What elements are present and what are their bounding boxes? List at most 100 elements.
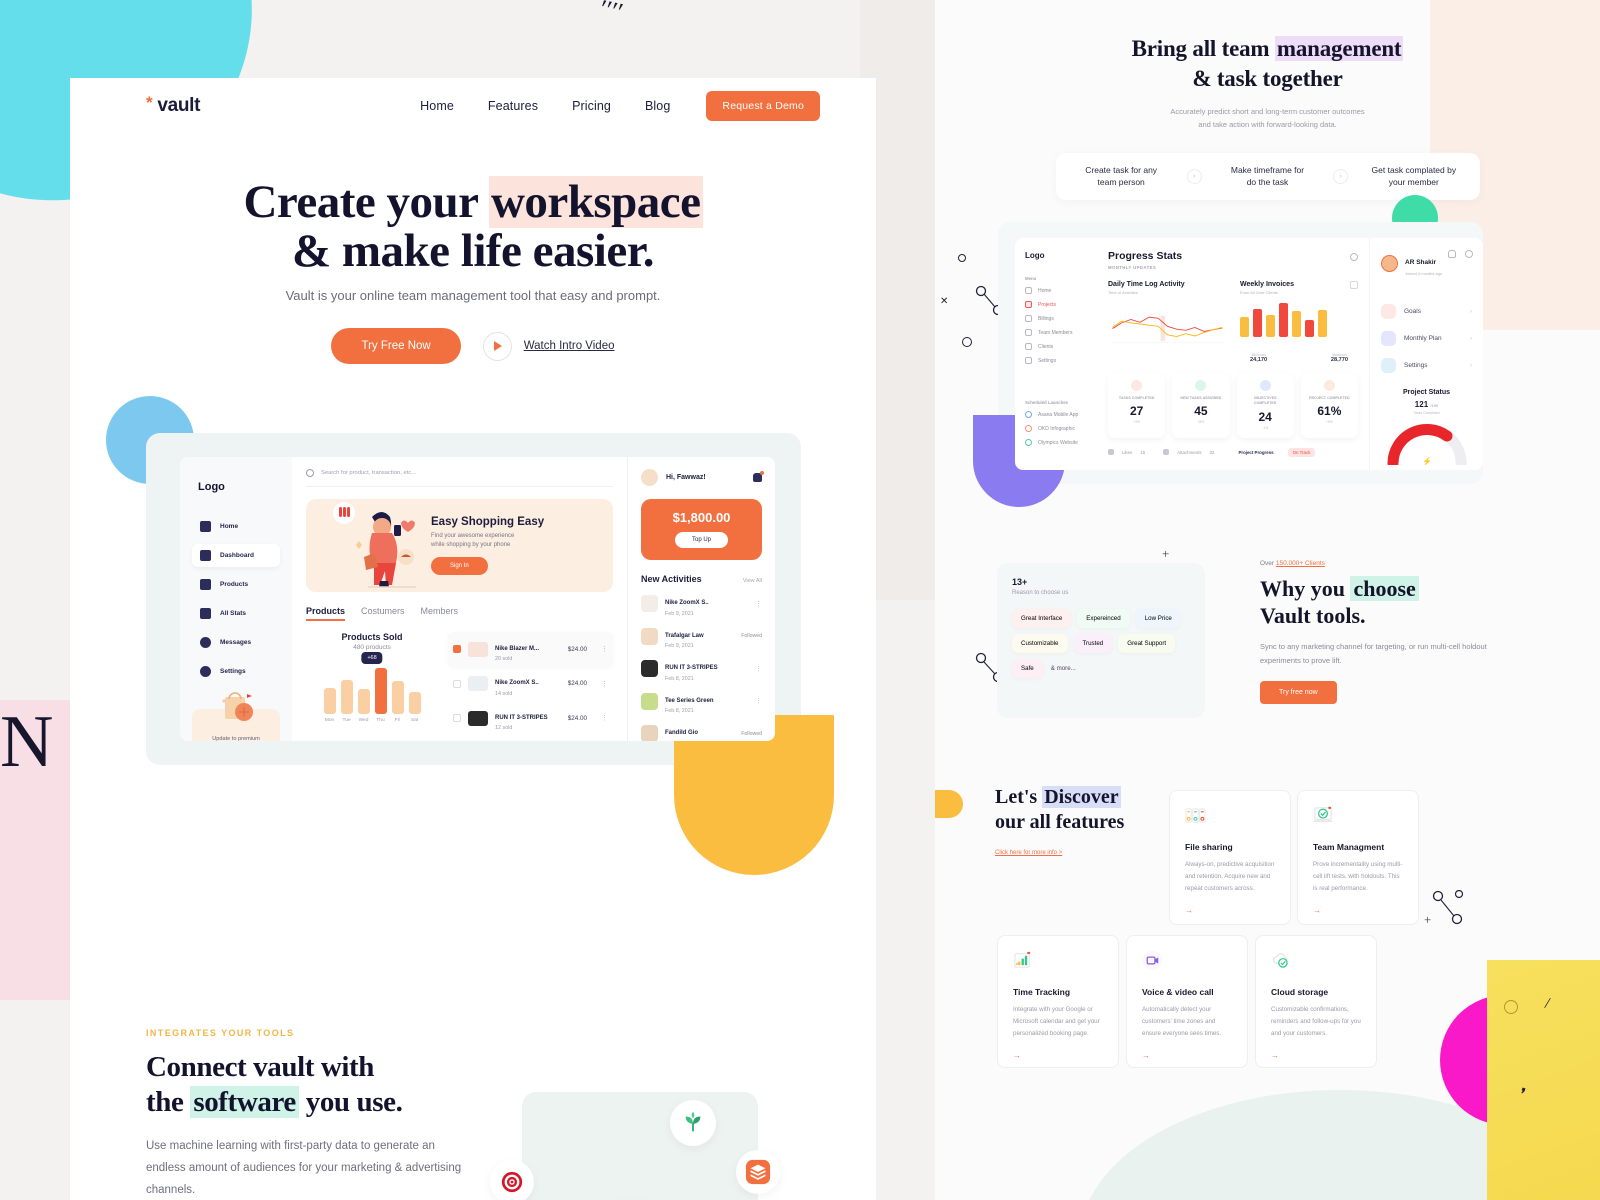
row-checkbox[interactable] <box>453 645 461 654</box>
ps-nav-team-members[interactable]: Team Members <box>1025 329 1087 336</box>
ps-item-settings[interactable]: Settings › <box>1381 358 1472 373</box>
ps-nav-projects[interactable]: Projects <box>1025 301 1087 308</box>
feature-title: Time Tracking <box>1013 987 1071 997</box>
ps-scheduled-item[interactable]: Olympics Website <box>1025 439 1087 446</box>
user-icon[interactable] <box>1465 250 1473 258</box>
nav-item-blog[interactable]: Blog <box>645 99 670 113</box>
home-icon <box>200 521 211 532</box>
play-icon[interactable] <box>482 331 512 361</box>
feature-card-time-tracking[interactable]: Time Tracking Integrate with your Google… <box>997 935 1119 1068</box>
brand-logo[interactable]: * vault <box>146 94 200 117</box>
mock-tab-members[interactable]: Members <box>421 606 459 616</box>
table-row[interactable]: Nike Blazer M... 20 sold $24.00 ⋮ <box>448 632 613 667</box>
calendar-icon[interactable] <box>1350 281 1358 289</box>
mock-tab-costumers[interactable]: Costumers <box>361 606 405 616</box>
tool-icon-target[interactable] <box>490 1160 534 1200</box>
view-all-link[interactable]: View All <box>743 578 762 584</box>
invoice-bar <box>1266 315 1275 337</box>
row-menu-icon[interactable]: ⋮ <box>601 680 608 688</box>
list-item[interactable]: Nike ZoomX S.. Feb 9, 2021 ⋮ <box>641 591 762 617</box>
request-demo-button[interactable]: Request a Demo <box>706 90 820 121</box>
ps-item-monthly-plan[interactable]: Monthly Plan › <box>1381 331 1472 346</box>
nav-item-pricing[interactable]: Pricing <box>572 99 611 113</box>
tag-safe[interactable]: Safe <box>1012 659 1043 678</box>
mock-nav-messages[interactable]: Messages <box>192 631 280 654</box>
arrow-right-icon[interactable]: → <box>1013 1051 1103 1060</box>
table-row[interactable]: Nike ZoomX S.. 14 sold $24.00 ⋮ <box>448 667 613 702</box>
rp-title-b: & task together <box>1192 66 1343 92</box>
chevron-right-icon: › <box>1470 335 1472 342</box>
nav-item-features[interactable]: Features <box>488 99 538 113</box>
clients-icon <box>1025 343 1032 350</box>
clients-link[interactable]: 150.000+ Clients <box>1276 560 1325 567</box>
ps-nav-settings[interactable]: Settings <box>1025 357 1087 364</box>
notification-bell-icon[interactable] <box>1448 250 1456 258</box>
bar-thu <box>374 668 387 714</box>
ps-subtitle: MONTHLY UPDATES <box>1108 265 1157 270</box>
mock-nav-all-stats[interactable]: All Stats <box>192 602 280 625</box>
ps-nav-clients[interactable]: Clients <box>1025 343 1087 350</box>
tag-great-support[interactable]: Great Support <box>1118 634 1176 653</box>
watch-video-group[interactable]: Watch Intro Video <box>482 331 615 361</box>
hero-card: * vault Home Features Pricing Blog Reque… <box>70 78 876 1200</box>
tag-customizable[interactable]: Customizable <box>1012 634 1068 653</box>
feature-card-cloud-storage[interactable]: Cloud storage Customizable confirmations… <box>1255 935 1377 1068</box>
list-item[interactable]: Tee Series Green Feb 8, 2021 ⋮ <box>641 689 762 714</box>
mock-tabs: Products Costumers Members <box>306 606 613 621</box>
tag-low-price[interactable]: Low Price <box>1135 609 1181 628</box>
table-row[interactable]: RUN IT 3-STRIPES 12 sold $24.00 ⋮ <box>448 701 613 736</box>
invoice-bar <box>1305 320 1314 337</box>
mock-search-bar[interactable]: Search for product, transaction, etc... <box>306 469 613 487</box>
tool-icon-plant[interactable] <box>670 1100 716 1146</box>
row-menu-icon[interactable]: ⋮ <box>601 714 608 722</box>
ps-scheduled-item[interactable]: OKD Infographic <box>1025 425 1087 432</box>
feature-card-file-sharing[interactable]: File sharing Always-on, predictive acqui… <box>1169 790 1291 925</box>
mock-tab-products[interactable]: Products <box>306 606 346 621</box>
search-icon[interactable] <box>1350 253 1358 261</box>
mock-nav-dashboard[interactable]: Dashboard <box>192 544 280 567</box>
notification-bell-icon[interactable] <box>753 471 764 482</box>
try-free-now-button-secondary[interactable]: Try free now <box>1260 681 1337 705</box>
table-row[interactable]: Tee Series Green 8 sold $24.00 ⋮ <box>448 736 613 742</box>
list-item[interactable]: Fandild Gio Feb 8, 2021 Followed <box>641 721 762 741</box>
arrow-right-icon[interactable]: → <box>1271 1051 1361 1060</box>
watch-intro-video-link[interactable]: Watch Intro Video <box>524 340 615 352</box>
tag-great-interface[interactable]: Great Interface <box>1012 609 1072 628</box>
row-menu-icon[interactable]: ⋮ <box>755 665 762 673</box>
try-free-now-button[interactable]: Try Free Now <box>331 328 461 364</box>
feature-body: Prove incrementality using multi-cell li… <box>1313 861 1403 893</box>
activity-name: Tee Series Green <box>665 697 714 704</box>
tool-icon-stack[interactable] <box>736 1150 780 1194</box>
list-item[interactable]: RUN IT 3-STRIPES Feb 8, 2021 ⋮ <box>641 656 762 682</box>
nav-item-home[interactable]: Home <box>420 99 454 113</box>
ps-nav-home[interactable]: Home <box>1025 287 1087 294</box>
mock-nav-home[interactable]: Home <box>192 515 280 538</box>
feature-card-team-management[interactable]: Team Managment Prove incrementality usin… <box>1297 790 1419 925</box>
ps-nav-billings[interactable]: Billings <box>1025 315 1087 322</box>
hero-title-part1: Create your <box>243 176 489 228</box>
arrow-right-icon[interactable]: → <box>1313 906 1403 915</box>
list-item[interactable]: Trafalgar Law Feb 9, 2021 Followed <box>641 624 762 649</box>
stat-card-tasks-completed: TASKS COMPLETED 27 +3% <box>1108 373 1166 438</box>
discover-more-link[interactable]: Click here for more info > <box>995 850 1062 856</box>
arrow-right-icon[interactable]: → <box>1185 906 1275 915</box>
ps-scheduled-item[interactable]: Asana Mobile App <box>1025 411 1087 418</box>
arrow-right-icon[interactable]: → <box>1142 1051 1232 1060</box>
feature-card-voice-video[interactable]: Voice & video call Automatically detect … <box>1126 935 1248 1068</box>
row-checkbox[interactable] <box>453 714 461 723</box>
step-item-2: Make timeframe for do the task <box>1230 164 1305 188</box>
row-checkbox[interactable] <box>453 679 461 688</box>
mock-user-row: Hi, Fawwaz! <box>641 469 764 486</box>
mock-nav-products[interactable]: Products <box>192 573 280 596</box>
tag-trusted[interactable]: Trusted <box>1073 634 1113 653</box>
mock-nav-settings[interactable]: Settings <box>192 660 280 683</box>
row-menu-icon[interactable]: ⋮ <box>601 645 608 653</box>
row-menu-icon[interactable]: ⋮ <box>755 600 762 608</box>
mock-signin-button[interactable]: Sign In <box>431 557 488 576</box>
activity-thumb <box>641 627 658 645</box>
top-up-button[interactable]: Top Up <box>674 532 728 548</box>
row-menu-icon[interactable]: ⋮ <box>755 697 762 705</box>
tag-experienced[interactable]: Expereinced <box>1077 609 1130 628</box>
avatar <box>1381 255 1398 272</box>
ps-item-goals[interactable]: Goals › <box>1381 304 1472 319</box>
